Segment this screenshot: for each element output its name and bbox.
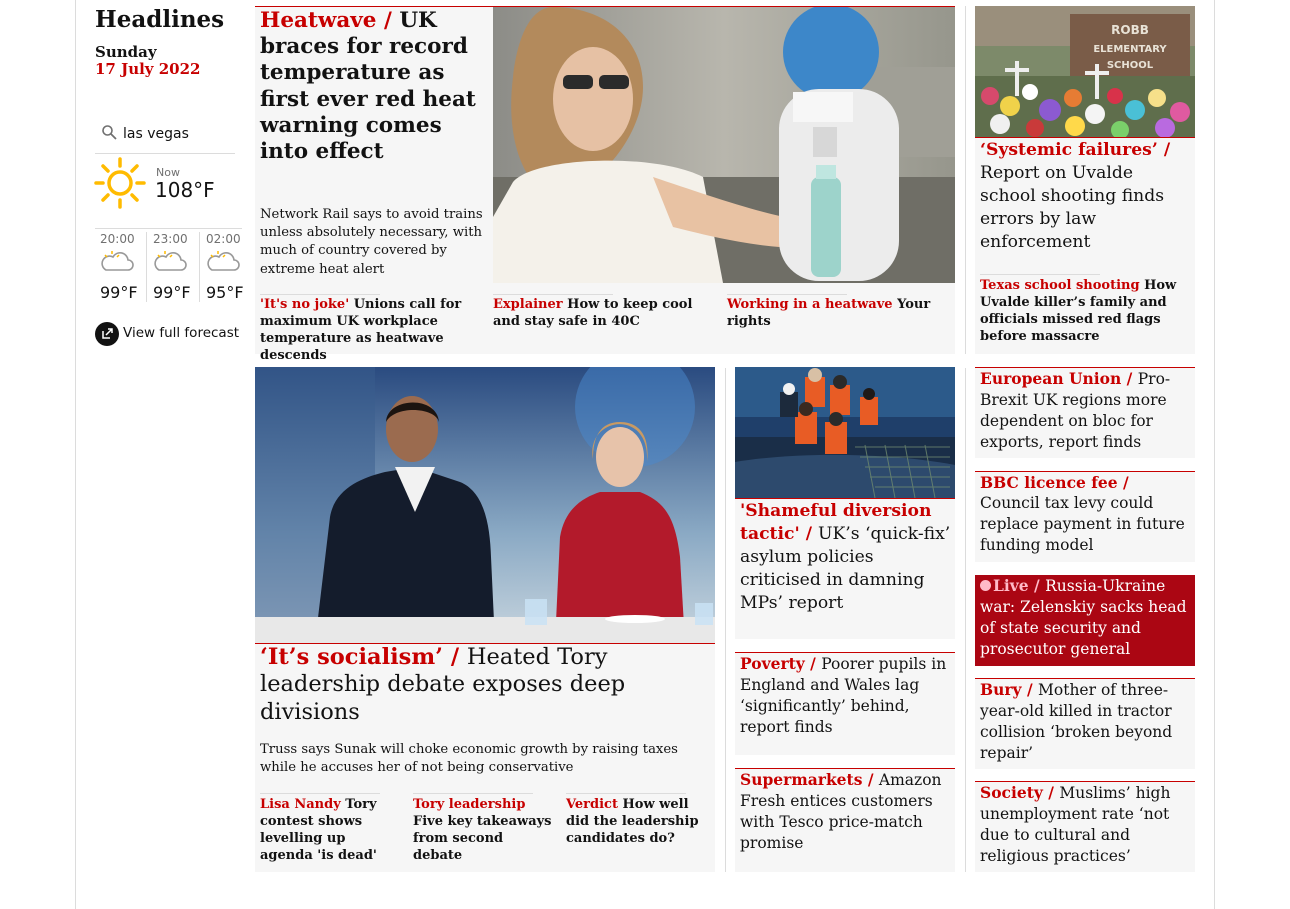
supermarkets-kicker: Supermarkets /	[740, 770, 874, 789]
forecast-slot: 20:00 99°F	[95, 232, 147, 302]
divider	[727, 294, 847, 295]
cloud-icon	[101, 251, 134, 271]
forecast-temp: 99°F	[100, 283, 138, 302]
column-divider	[965, 368, 966, 872]
divider	[260, 294, 380, 295]
right-headline[interactable]: European Union / Pro-Brexit UK regions m…	[980, 369, 1190, 453]
sublink-kicker: Lisa Nandy	[260, 797, 341, 812]
sublink-text: Five key takeaways from second debate	[413, 813, 552, 863]
divider	[566, 793, 686, 794]
forecast-temp: 99°F	[153, 283, 191, 302]
divider	[493, 294, 613, 295]
right-headline-text: Council tax levy could replace payment i…	[980, 493, 1185, 554]
live-dot-icon	[980, 580, 991, 591]
sun-icon	[94, 157, 146, 209]
container-right-border	[1214, 0, 1215, 909]
sublink-kicker: Working in a heatwave	[727, 297, 893, 312]
lead-sublink[interactable]: Working in a heatwave Your rights	[727, 297, 947, 331]
uvalde-kicker: ‘Systemic failures’ /	[980, 140, 1171, 160]
search-icon	[102, 125, 117, 140]
tory-sublink[interactable]: Tory leadership Five key takeaways from …	[413, 797, 555, 865]
right-story-card[interactable]: European Union / Pro-Brexit UK regions m…	[975, 367, 1195, 458]
asylum-headline[interactable]: 'Shameful diversion tactic' / UK’s ‘quic…	[740, 500, 952, 615]
tory-story-card[interactable]: ‘It’s socialism’ / Heated Tory leadershi…	[255, 367, 715, 872]
view-full-forecast-link[interactable]: View full forecast	[95, 322, 245, 346]
tory-kicker: ‘It’s socialism’ /	[260, 644, 460, 670]
lead-story-card[interactable]: Heatwave / UK braces for record temperat…	[255, 6, 955, 363]
lead-sublink[interactable]: Explainer How to keep cool and stay safe…	[493, 297, 703, 331]
tory-sublink[interactable]: Lisa Nandy Tory contest shows levelling …	[260, 797, 402, 865]
sign-text: ROBB	[1111, 23, 1149, 37]
sublink-kicker: 'It's no joke'	[260, 297, 350, 312]
tory-standfirst: Truss says Sunak will choke economic gro…	[260, 742, 678, 776]
kicker-rule	[975, 137, 1195, 138]
lead-sublink[interactable]: 'It's no joke' Unions call for maximum U…	[260, 297, 488, 365]
forecast-slot: 23:00 99°F	[148, 232, 200, 302]
svg-text:SCHOOL: SCHOOL	[1107, 60, 1154, 71]
supermarkets-headline[interactable]: Supermarkets / Amazon Fresh entices cust…	[740, 770, 950, 854]
divider	[260, 793, 380, 794]
view-full-forecast-label: View full forecast	[123, 325, 240, 341]
poverty-headline[interactable]: Poverty / Poorer pupils in England and W…	[740, 654, 950, 738]
live-kicker: Live /	[993, 576, 1040, 595]
right-kicker: Bury /	[980, 680, 1033, 699]
forecast-time: 23:00	[153, 232, 188, 246]
right-headline[interactable]: BBC licence fee / Council tax levy could…	[980, 473, 1190, 556]
forecast-time: 20:00	[100, 232, 135, 246]
cloud-icon	[207, 251, 240, 271]
divider	[95, 228, 242, 229]
right-kicker: Society /	[980, 783, 1054, 802]
sidebar-title: Headlines	[95, 6, 225, 33]
column-divider	[725, 368, 726, 872]
asylum-story-card[interactable]: 'Shameful diversion tactic' / UK’s ‘quic…	[735, 367, 955, 639]
divider	[413, 793, 533, 794]
right-kicker: European Union /	[980, 369, 1133, 388]
uvalde-story-card[interactable]: ROBB ELEMENTARY SCHOOL ‘Systemic failure…	[975, 6, 1195, 354]
lead-kicker: Heatwave /	[260, 8, 392, 33]
uvalde-headline-text: Report on Uvalde school shooting finds e…	[980, 163, 1165, 253]
lead-standfirst: Network Rail says to avoid trains unless…	[260, 207, 483, 277]
poverty-story-card[interactable]: Poverty / Poorer pupils in England and W…	[735, 652, 955, 755]
uvalde-headline[interactable]: ‘Systemic failures’ / Report on Uvalde s…	[980, 139, 1188, 254]
sublink-kicker: Verdict	[566, 797, 618, 812]
container-left-border	[75, 0, 76, 909]
lead-photo	[493, 7, 955, 283]
weather-search[interactable]: las vegas	[95, 120, 235, 154]
right-story-card[interactable]: Society / Muslims’ high unemployment rat…	[975, 781, 1195, 872]
sublink-kicker: Texas school shooting	[980, 278, 1140, 293]
tory-sublink[interactable]: Verdict How well did the leadership cand…	[566, 797, 711, 848]
poverty-kicker: Poverty /	[740, 654, 816, 673]
external-link-icon	[95, 322, 119, 346]
sidebar-date: 17 July 2022	[95, 60, 201, 78]
kicker-rule	[735, 498, 955, 499]
right-story-card[interactable]: Bury / Mother of three-year-old killed i…	[975, 678, 1195, 769]
right-headline[interactable]: Bury / Mother of three-year-old killed i…	[980, 680, 1190, 764]
right-headline[interactable]: Society / Muslims’ high unemployment rat…	[980, 783, 1190, 867]
forecast-temp: 95°F	[206, 283, 244, 302]
right-story-card[interactable]: BBC licence fee / Council tax levy could…	[975, 471, 1195, 562]
sublink-kicker: Explainer	[493, 297, 563, 312]
live-headline[interactable]: Live / Russia-Ukraine war: Zelenskiy sac…	[980, 576, 1190, 660]
uvalde-sublink[interactable]: Texas school shooting How Uvalde killer’…	[980, 278, 1190, 346]
forecast-slot: 02:00 95°F	[201, 232, 245, 302]
live-story-card[interactable]: Live / Russia-Ukraine war: Zelenskiy sac…	[975, 575, 1195, 666]
supermarkets-story-card[interactable]: Supermarkets / Amazon Fresh entices cust…	[735, 768, 955, 872]
column-divider	[965, 6, 966, 354]
lead-headline[interactable]: Heatwave / UK braces for record temperat…	[260, 8, 488, 165]
tory-debate-photo	[255, 367, 715, 643]
sidebar-day: Sunday	[95, 43, 157, 61]
weather-location-input[interactable]: las vegas	[123, 126, 189, 142]
right-kicker: BBC licence fee /	[980, 473, 1129, 492]
uvalde-photo: ROBB ELEMENTARY SCHOOL	[975, 6, 1195, 137]
cloud-icon	[154, 251, 187, 271]
sublink-kicker: Tory leadership	[413, 797, 526, 812]
forecast-time: 02:00	[206, 232, 241, 246]
divider	[980, 274, 1100, 275]
svg-text:ELEMENTARY: ELEMENTARY	[1093, 44, 1167, 55]
tory-headline[interactable]: ‘It’s socialism’ / Heated Tory leadershi…	[260, 644, 710, 726]
asylum-photo	[735, 367, 955, 498]
weather-now-temp: 108°F	[155, 178, 215, 202]
